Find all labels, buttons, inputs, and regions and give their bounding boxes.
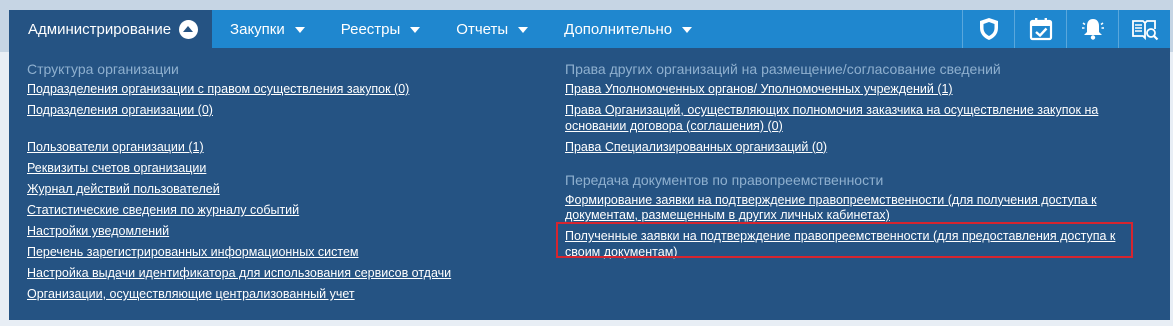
navbar-icon-group bbox=[962, 10, 1170, 48]
link-event-statistics[interactable]: Статистические сведения по журналу событ… bbox=[27, 203, 547, 219]
nav-administration[interactable]: Администрирование bbox=[9, 10, 213, 48]
link-notification-settings[interactable]: Настройки уведомлений bbox=[27, 224, 547, 240]
book-search-icon[interactable] bbox=[1118, 10, 1170, 48]
chevron-down-icon bbox=[410, 27, 421, 33]
administration-dropdown-panel: Структура организации Подразделения орга… bbox=[9, 48, 1170, 320]
nav-reports[interactable]: Отчеты bbox=[438, 10, 546, 48]
nav-purchases-label: Закупки bbox=[230, 20, 285, 38]
nav-additional[interactable]: Дополнительно bbox=[546, 10, 710, 48]
link-specialized-org-rights[interactable]: Права Специализированных организаций (0) bbox=[565, 140, 1150, 156]
link-customer-org-rights[interactable]: Права Организаций, осуществляющих полном… bbox=[565, 103, 1150, 134]
chevron-down-icon bbox=[518, 27, 529, 33]
nav-administration-label: Администрирование bbox=[28, 20, 172, 38]
nav-additional-label: Дополнительно bbox=[564, 20, 673, 38]
nav-registries-label: Реестры bbox=[340, 20, 401, 38]
link-user-activity-log[interactable]: Журнал действий пользователей bbox=[27, 182, 547, 198]
nav-registries[interactable]: Реестры bbox=[323, 10, 439, 48]
section-title-structure: Структура организации bbox=[27, 61, 179, 77]
link-org-users[interactable]: Пользователи организации (1) bbox=[27, 140, 547, 156]
shield-icon[interactable] bbox=[962, 10, 1014, 48]
nav-purchases[interactable]: Закупки bbox=[212, 10, 323, 48]
link-centralized-accounting[interactable]: Организации, осуществляющие централизова… bbox=[27, 287, 547, 303]
link-account-details[interactable]: Реквизиты счетов организации bbox=[27, 161, 547, 177]
link-identifier-settings[interactable]: Настройка выдачи идентификатора для испо… bbox=[27, 266, 547, 282]
bell-icon[interactable] bbox=[1066, 10, 1118, 48]
nav-reports-label: Отчеты bbox=[456, 20, 509, 38]
section-title-other-org-rights: Права других организаций на размещение/с… bbox=[565, 61, 1001, 77]
link-authorized-bodies-rights[interactable]: Права Уполномоченных органов/ Уполномоче… bbox=[565, 82, 1150, 98]
highlight-box bbox=[556, 222, 1133, 258]
link-purchase-units[interactable]: Подразделения организации с правом осуще… bbox=[27, 82, 547, 98]
chevron-down-icon bbox=[682, 27, 693, 33]
link-org-units[interactable]: Подразделения организации (0) bbox=[27, 103, 547, 119]
main-navbar: Администрирование Закупки Реестры Отчеты… bbox=[9, 10, 1170, 48]
section-title-succession: Передача документов по правопреемственно… bbox=[565, 171, 884, 188]
left-column: Структура организации Подразделения орга… bbox=[27, 61, 547, 308]
collapse-up-icon[interactable] bbox=[179, 19, 199, 39]
link-registered-systems[interactable]: Перечень зарегистрированных информационн… bbox=[27, 245, 547, 261]
link-succession-request-create[interactable]: Формирование заявки на подтверждение пра… bbox=[565, 193, 1150, 224]
chevron-down-icon bbox=[294, 27, 305, 33]
calendar-check-icon[interactable] bbox=[1014, 10, 1066, 48]
